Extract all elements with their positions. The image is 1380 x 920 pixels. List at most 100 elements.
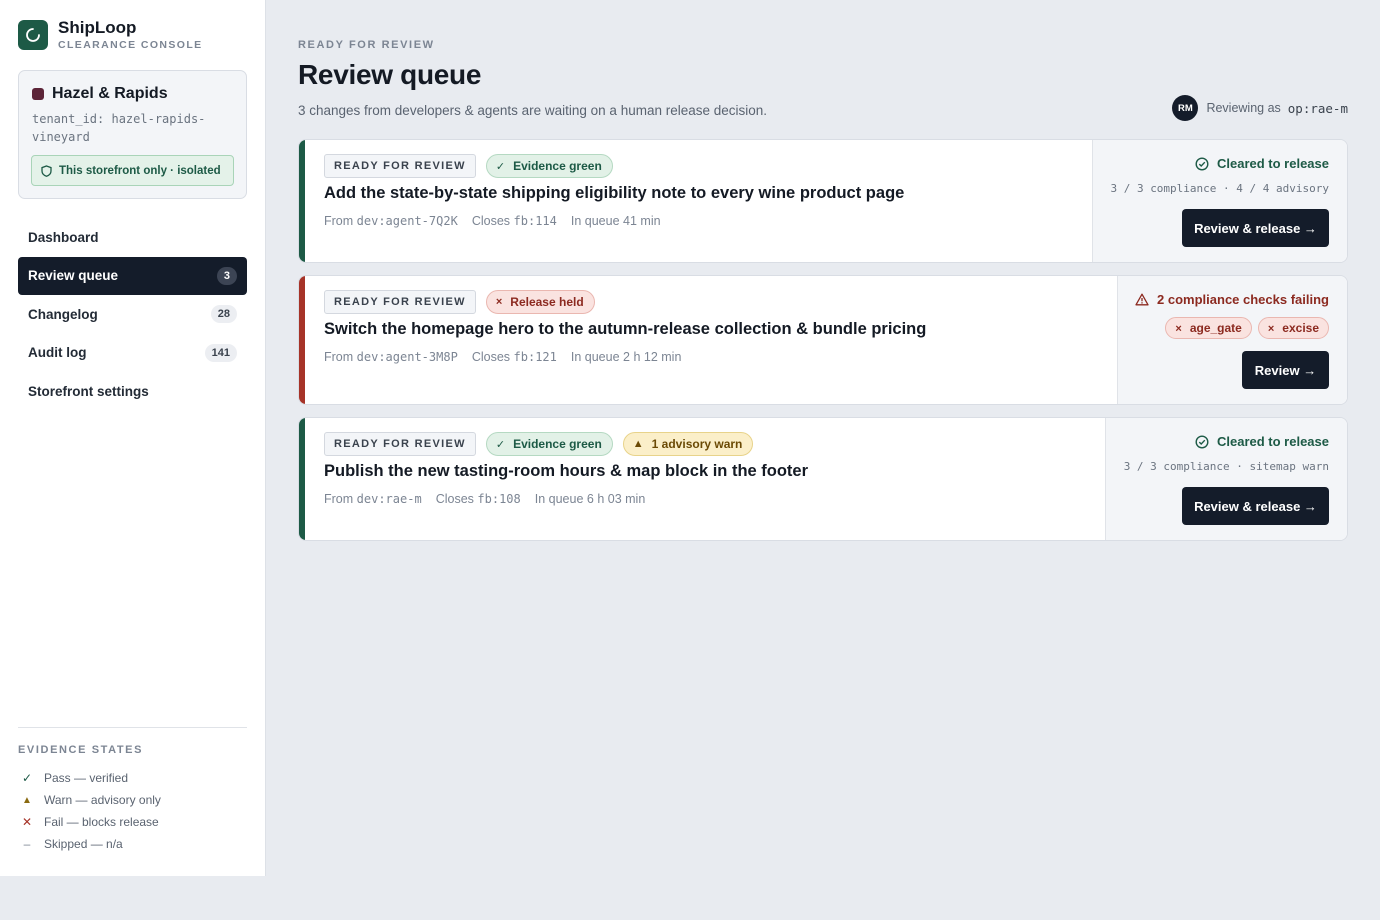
isolation-badge: This storefront only · isolated [31,155,234,186]
page-subtitle: 3 changes from developers & agents are w… [298,103,768,118]
evidence-badge-label: Evidence green [513,437,602,451]
reviewer-id: op:rae-m [1287,100,1348,116]
check-icon: ✓ [21,771,33,785]
reviewer-indicator: RM Reviewing as op:rae-m [1172,95,1348,121]
sidebar-item-audit-log[interactable]: Audit log 141 [18,334,247,372]
sidebar-item-changelog[interactable]: Changelog 28 [18,295,247,333]
nav-count-badge: 28 [210,305,237,323]
sidebar-item-label: Changelog [28,306,98,322]
warning-triangle-icon: ▲ [632,438,644,450]
reviewer-label: Reviewing as [1206,101,1281,115]
evidence-badge: ✓ Evidence green [485,154,613,178]
meta-label: Closes [435,492,474,506]
sidebar-item-label: Audit log [28,345,87,360]
meta-label: Closes [471,214,511,228]
meta-label: From [324,214,354,228]
meta-label: In queue [570,214,620,228]
review-release-button[interactable]: Review & release → [1182,487,1329,525]
check-icon: ✓ [495,160,506,173]
sidebar-item-label: Dashboard [28,229,99,245]
legend-label: Warn — advisory only [44,793,161,807]
nav-count-badge: 3 [216,266,237,285]
sidebar-item-review-queue[interactable]: Review queue 3 [18,256,247,295]
sidebar: ShipLoop CLEARANCE CONSOLE Hazel & Rapid… [0,0,266,876]
change-meta: From dev:agent-3M8P Closes fb:121 In que… [324,350,926,364]
cross-icon: × [1267,323,1275,335]
closes-ticket[interactable]: fb:114 [514,214,557,228]
change-title[interactable]: Publish the new tasting-room hours & map… [324,462,808,481]
check-summary: 3 / 3 compliance · 4 / 4 advisory [1110,182,1329,195]
check-name: excise [1282,321,1319,335]
meta-label: In queue [570,350,620,364]
release-status: Cleared to release [1195,434,1329,449]
review-button[interactable]: Review → [1242,351,1329,389]
evidence-legend: EVIDENCE STATES ✓ Pass — verified ▲ Warn… [18,727,247,855]
brand-name: ShipLoop [58,18,137,37]
closes-ticket[interactable]: fb:121 [514,350,557,364]
brand[interactable]: ShipLoop CLEARANCE CONSOLE [18,19,203,51]
sidebar-item-label: Review queue [28,268,119,283]
tenant-color-swatch-icon [32,88,44,100]
evidence-badge: ✓ Evidence green [485,432,613,456]
advisory-badge-label: 1 advisory warn [651,437,743,451]
release-status-label: Cleared to release [1216,156,1329,171]
author-id: dev:rae-m [356,492,422,506]
nav-count-badge: 141 [204,343,237,362]
legend-item-pass: ✓ Pass — verified [18,767,247,789]
warning-triangle-icon [1135,293,1149,306]
avatar: RM [1172,95,1199,121]
release-status-label: 2 compliance checks failing [1157,292,1329,307]
closes-ticket[interactable]: fb:108 [477,492,520,506]
cross-icon: × [1175,323,1182,335]
legend-item-skipped: – Skipped — n/a [18,833,247,855]
tenant-id: tenant_id: hazel-rapids-vineyard [32,112,206,144]
author-id: dev:agent-7Q2K [356,214,458,228]
release-status: 2 compliance checks failing [1135,292,1329,307]
meta-label: From [324,350,354,364]
meta-label: From [324,492,354,506]
legend-label: Skipped — n/a [44,837,123,851]
review-card[interactable]: READY FOR REVIEW ✓ Evidence green ▲ 1 ad… [298,417,1348,541]
sidebar-nav: Dashboard Review queue 3 Changelog 28 Au… [18,218,247,411]
advisory-badge: ▲ 1 advisory warn [622,432,754,456]
status-accent-bar [299,276,305,404]
failing-checks: × age_gate × excise [1159,317,1329,339]
check-circle-icon [1195,156,1209,171]
status-accent-bar [299,418,305,540]
cross-icon: × [495,296,503,308]
status-tag: READY FOR REVIEW [324,432,476,456]
evidence-badge: × Release held [485,290,595,314]
release-panel: Cleared to release 3 / 3 compliance · 4 … [1092,140,1347,262]
release-status: Cleared to release [1195,156,1329,171]
warning-triangle-icon: ▲ [22,794,32,806]
failing-check-chip[interactable]: × age_gate [1165,317,1252,339]
sidebar-item-storefront-settings[interactable]: Storefront settings [18,372,247,410]
review-card[interactable]: READY FOR REVIEW ✓ Evidence green Add th… [298,139,1348,263]
change-title[interactable]: Add the state-by-state shipping eligibil… [324,184,904,203]
page-title: Review queue [298,59,482,90]
queue-time: 2 h 12 min [623,350,682,364]
sidebar-item-dashboard[interactable]: Dashboard [18,218,247,256]
author-id: dev:agent-3M8P [356,350,458,364]
release-panel: 2 compliance checks failing × age_gate × e… [1117,276,1347,404]
sidebar-item-label: Storefront settings [28,383,149,399]
legend-title: EVIDENCE STATES [18,744,144,756]
tenant-name: Hazel & Rapids [52,85,168,102]
check-circle-icon [1195,434,1209,449]
change-title[interactable]: Switch the homepage hero to the autumn-r… [324,320,926,339]
page-eyebrow: READY FOR REVIEW [298,39,435,51]
legend-label: Pass — verified [44,771,129,785]
isolation-label: This storefront only · isolated [59,164,221,177]
review-release-button[interactable]: Review & release → [1182,209,1329,247]
dash-icon: – [23,837,31,851]
legend-label: Fail — blocks release [44,815,159,829]
legend-item-fail: ✕ Fail — blocks release [18,811,247,833]
review-card[interactable]: READY FOR REVIEW × Release held Switch t… [298,275,1348,405]
shield-icon [41,164,52,177]
evidence-badge-label: Release held [510,295,584,309]
failing-check-chip[interactable]: × excise [1257,317,1329,339]
change-meta: From dev:rae-m Closes fb:108 In queue 6 … [324,492,808,506]
check-icon: ✓ [495,438,506,451]
shiploop-logo-icon [18,20,48,50]
legend-item-warn: ▲ Warn — advisory only [18,789,247,811]
